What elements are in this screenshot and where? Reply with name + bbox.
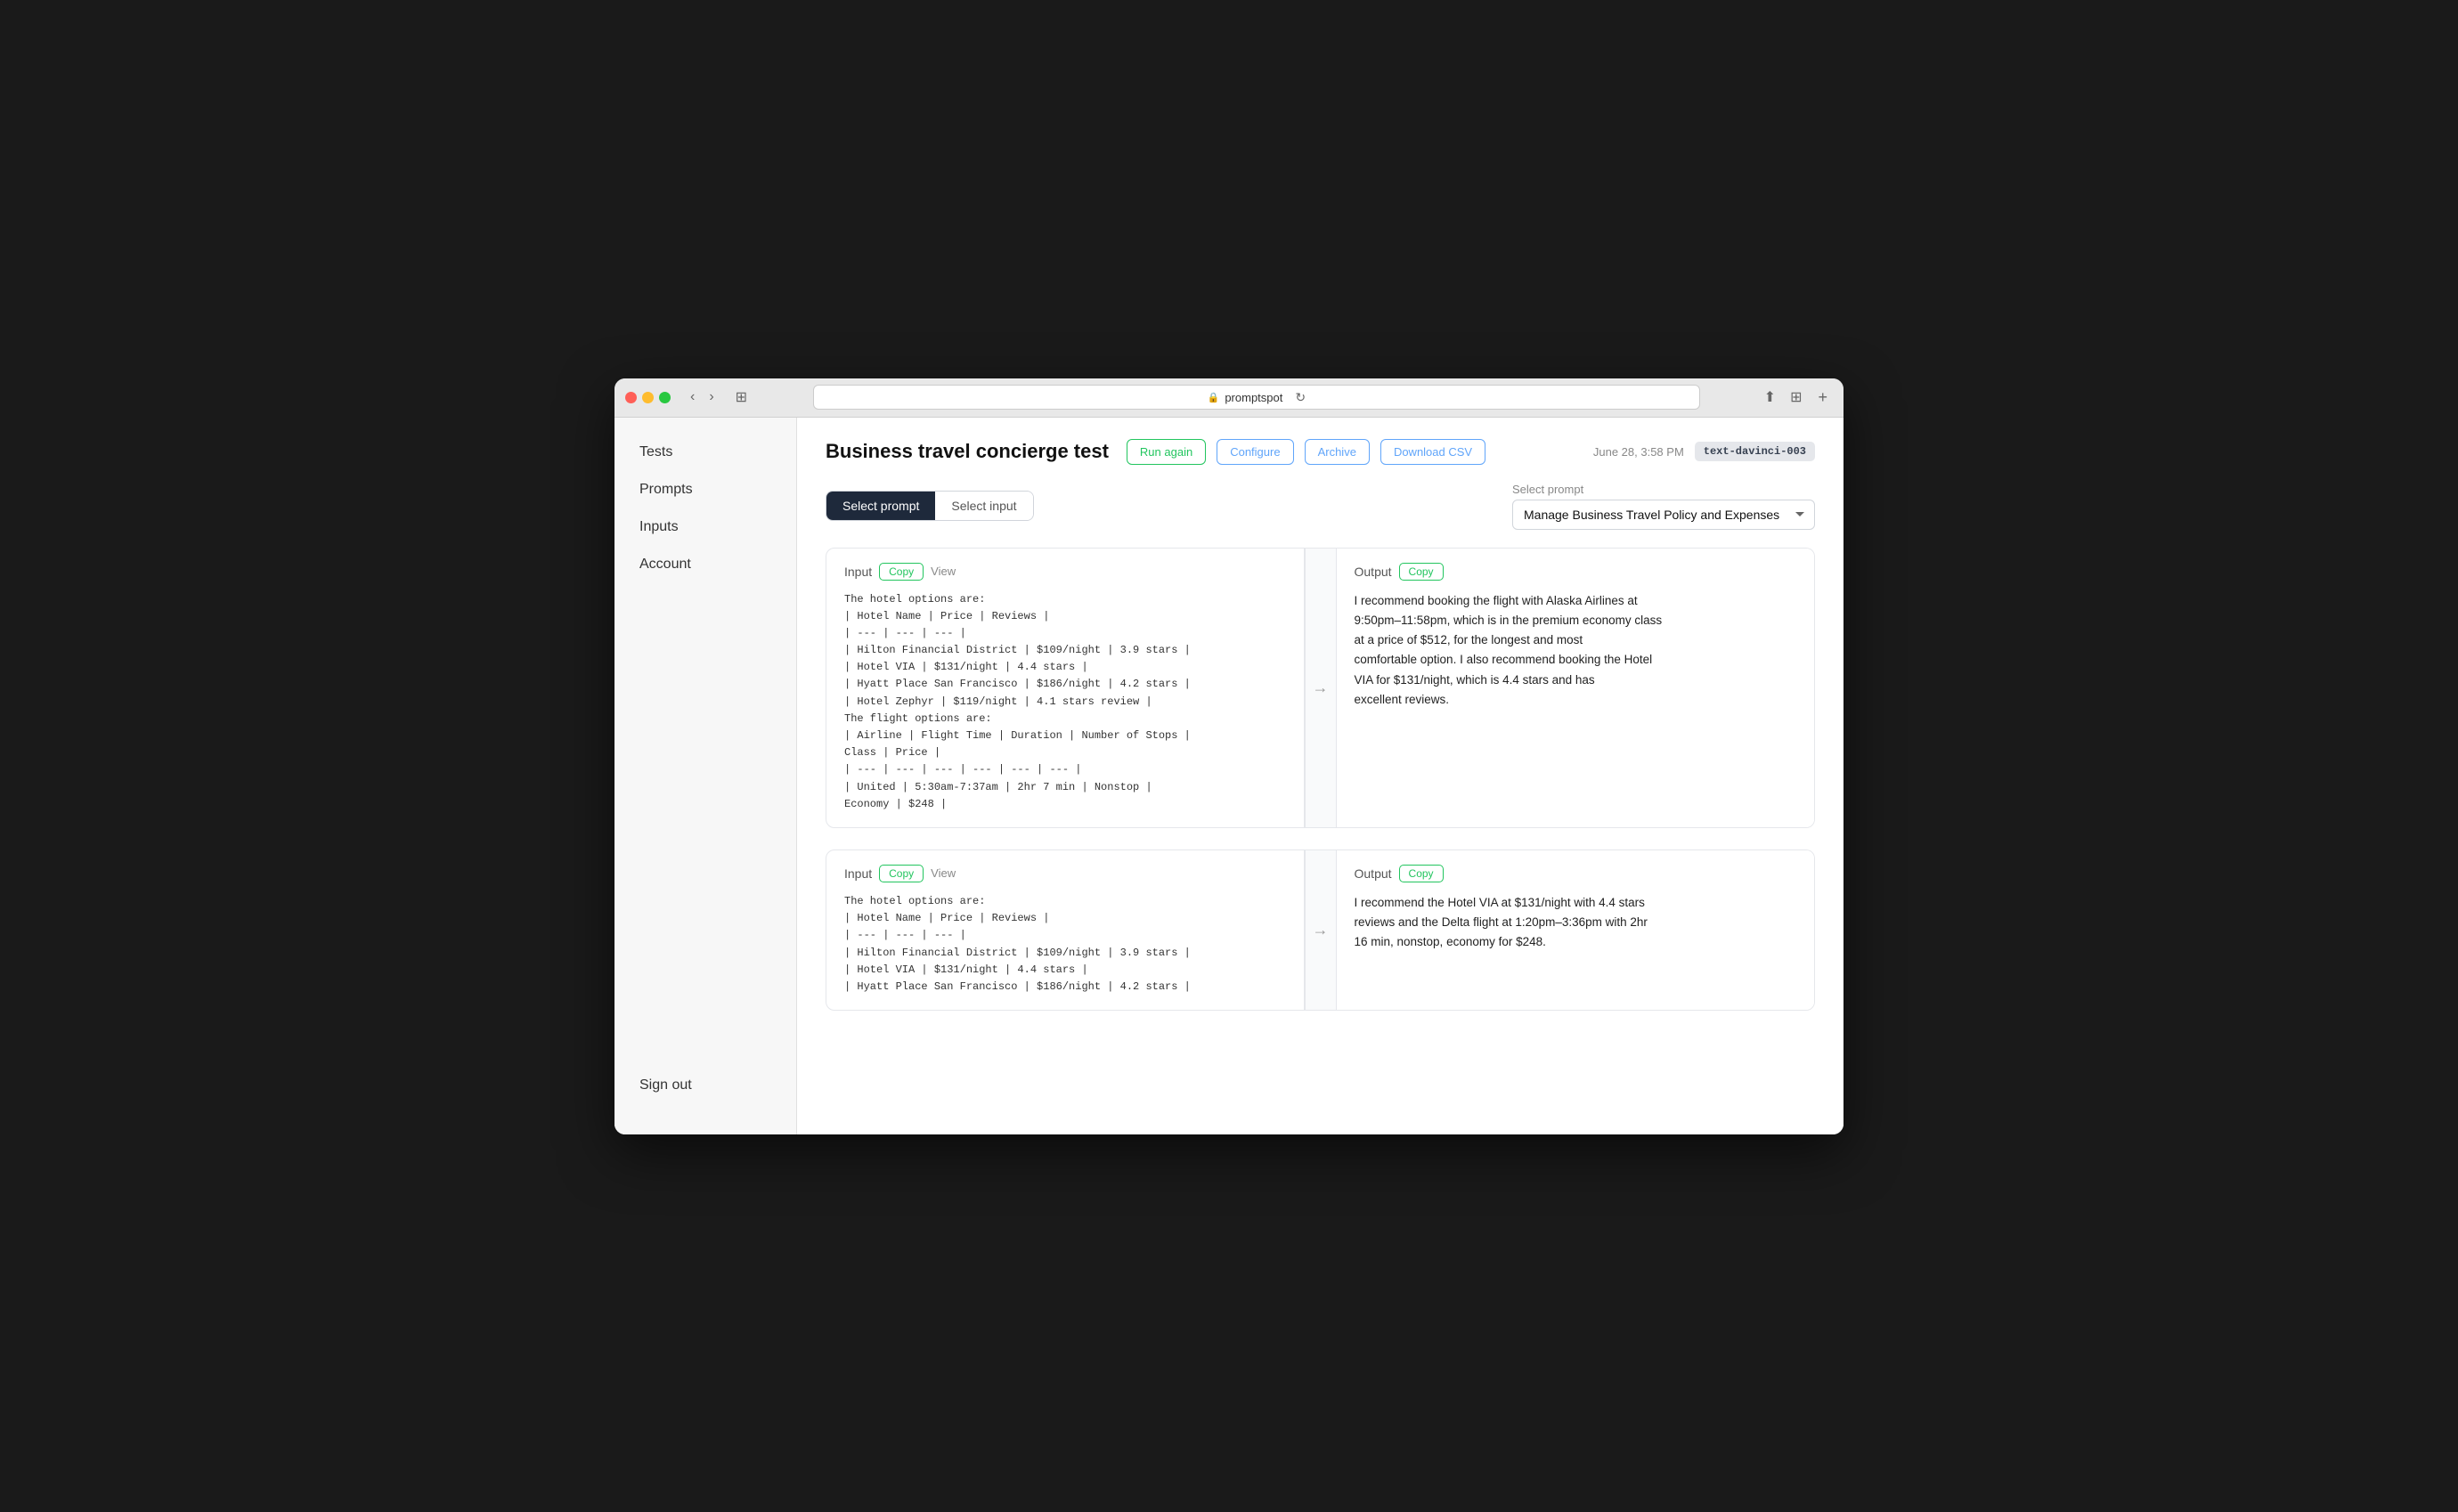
input-label-row-1: Input Copy View (844, 865, 1286, 882)
reload-button[interactable]: ↻ (1295, 390, 1306, 405)
input-copy-button-1[interactable]: Copy (879, 865, 924, 882)
back-button[interactable]: ‹ (685, 387, 700, 407)
configure-button[interactable]: Configure (1217, 439, 1293, 465)
output-section-1: Output Copy I recommend the Hotel VIA at… (1337, 850, 1815, 1010)
output-label-row-1: Output Copy (1355, 865, 1797, 882)
page-header: Business travel concierge test Run again… (826, 439, 1815, 465)
io-divider-1: → (1305, 850, 1337, 1010)
output-section-0: Output Copy I recommend booking the flig… (1337, 549, 1815, 827)
input-label-0: Input (844, 565, 872, 579)
new-tab-button[interactable]: ⊞ (1787, 385, 1805, 410)
url-bar: 🔒 promptspot ↻ (813, 385, 1700, 410)
io-divider-0: → (1305, 549, 1337, 827)
add-tab-button[interactable]: + (1812, 386, 1833, 409)
signout-button[interactable]: Sign out (629, 1069, 782, 1102)
close-button[interactable] (625, 392, 637, 403)
sidebar: Tests Prompts Inputs Account Sign out (614, 418, 797, 1134)
tab-select-input[interactable]: Select input (935, 492, 1032, 520)
input-view-button-0[interactable]: View (931, 565, 956, 578)
input-text-1: The hotel options are: | Hotel Name | Pr… (844, 893, 1286, 996)
main-content: Business travel concierge test Run again… (797, 418, 1844, 1134)
header-right: June 28, 3:58 PM text-davinci-003 (1593, 442, 1815, 461)
io-pairs-container: Input Copy View The hotel options are: |… (826, 548, 1815, 1012)
io-pair-0: Input Copy View The hotel options are: |… (826, 548, 1815, 828)
page-title: Business travel concierge test (826, 440, 1109, 463)
output-copy-button-1[interactable]: Copy (1399, 865, 1444, 882)
input-view-button-1[interactable]: View (931, 866, 956, 880)
timestamp: June 28, 3:58 PM (1593, 445, 1684, 459)
share-button[interactable]: ⬆ (1761, 385, 1779, 410)
run-again-button[interactable]: Run again (1127, 439, 1206, 465)
input-text-0: The hotel options are: | Hotel Name | Pr… (844, 591, 1286, 813)
prompt-selector-right: Select prompt Manage Business Travel Pol… (1512, 483, 1815, 530)
maximize-button[interactable] (659, 392, 671, 403)
nav-buttons: ‹ › (685, 387, 720, 407)
titlebar: ‹ › ⊞ 🔒 promptspot ↻ ⬆ ⊞ + (614, 378, 1844, 418)
sidebar-bottom: Sign out (614, 1054, 796, 1117)
archive-button[interactable]: Archive (1305, 439, 1370, 465)
app-body: Tests Prompts Inputs Account Sign out Bu… (614, 418, 1844, 1134)
model-badge: text-davinci-003 (1695, 442, 1815, 461)
input-label-1: Input (844, 866, 872, 881)
minimize-button[interactable] (642, 392, 654, 403)
input-section-1: Input Copy View The hotel options are: |… (826, 850, 1305, 1010)
output-text-0: I recommend booking the flight with Alas… (1355, 591, 1797, 711)
tab-select: Select prompt Select input (826, 491, 1034, 521)
sidebar-nav: Tests Prompts Inputs Account (614, 435, 796, 1054)
traffic-lights (625, 392, 671, 403)
sidebar-item-inputs[interactable]: Inputs (629, 510, 782, 544)
forward-button[interactable]: › (704, 387, 719, 407)
prompt-selector-row: Select prompt Select input Select prompt… (826, 483, 1815, 530)
arrow-icon-0: → (1313, 679, 1329, 697)
select-prompt-label: Select prompt (1512, 483, 1815, 496)
sidebar-toggle-button[interactable]: ⊞ (730, 386, 753, 408)
input-copy-button-0[interactable]: Copy (879, 563, 924, 581)
sidebar-item-prompts[interactable]: Prompts (629, 473, 782, 507)
output-copy-button-0[interactable]: Copy (1399, 563, 1444, 581)
lock-icon: 🔒 (1208, 392, 1220, 403)
prompt-dropdown[interactable]: Manage Business Travel Policy and Expens… (1512, 500, 1815, 530)
output-label-1: Output (1355, 866, 1392, 881)
url-text: promptspot (1225, 391, 1282, 404)
output-label-0: Output (1355, 565, 1392, 579)
sidebar-item-account[interactable]: Account (629, 548, 782, 581)
download-csv-button[interactable]: Download CSV (1380, 439, 1485, 465)
output-text-1: I recommend the Hotel VIA at $131/night … (1355, 893, 1797, 953)
sidebar-item-tests[interactable]: Tests (629, 435, 782, 469)
io-pair-1: Input Copy View The hotel options are: |… (826, 849, 1815, 1011)
tab-select-prompt[interactable]: Select prompt (826, 492, 935, 520)
output-label-row-0: Output Copy (1355, 563, 1797, 581)
input-label-row-0: Input Copy View (844, 563, 1286, 581)
arrow-icon-1: → (1313, 921, 1329, 939)
toolbar-right: ⬆ ⊞ + (1761, 385, 1833, 410)
input-section-0: Input Copy View The hotel options are: |… (826, 549, 1305, 827)
